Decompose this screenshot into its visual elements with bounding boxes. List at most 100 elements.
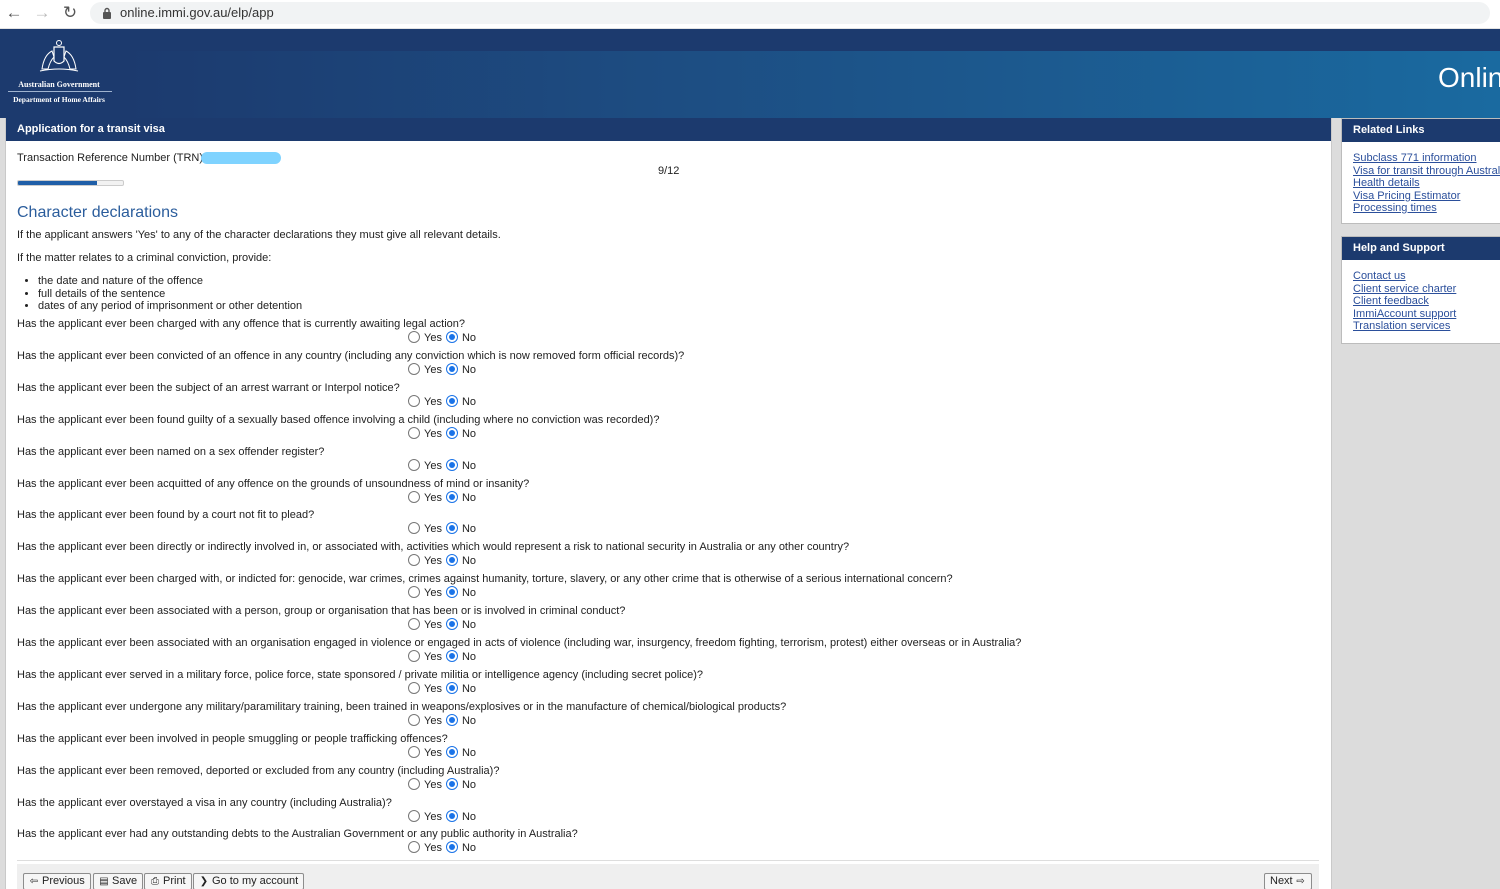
- save-button[interactable]: ▤ Save: [93, 873, 144, 889]
- help-link[interactable]: ImmiAccount support: [1353, 308, 1500, 321]
- yes-radio[interactable]: [408, 650, 420, 662]
- yes-label: Yes: [424, 842, 442, 855]
- account-label: Go to my account: [212, 875, 299, 887]
- yes-label: Yes: [424, 619, 442, 632]
- help-link[interactable]: Translation services: [1353, 320, 1500, 333]
- no-radio[interactable]: [445, 426, 458, 439]
- related-link[interactable]: Visa Pricing Estimator: [1353, 190, 1500, 203]
- back-arrow-icon[interactable]: ←: [3, 3, 25, 23]
- url-text: online.immi.gov.au/elp/app: [120, 5, 274, 20]
- no-label: No: [461, 459, 477, 472]
- banner-title: Onlin: [1438, 62, 1500, 93]
- no-label: No: [461, 523, 477, 536]
- question-text: Has the applicant ever been removed, dep…: [17, 764, 500, 777]
- question-text: Has the applicant ever been associated w…: [17, 637, 1022, 649]
- yes-radio[interactable]: [408, 490, 420, 503]
- no-label: No: [461, 332, 477, 344]
- no-radio[interactable]: [445, 490, 458, 503]
- help-link[interactable]: Client service charter: [1353, 283, 1500, 296]
- next-button[interactable]: Next ⇨: [1264, 873, 1312, 889]
- yes-radio[interactable]: [408, 394, 420, 407]
- no-radio[interactable]: [445, 331, 458, 343]
- no-radio[interactable]: [445, 681, 458, 694]
- save-label: Save: [112, 875, 138, 887]
- no-label: No: [461, 555, 477, 568]
- address-bar[interactable]: online.immi.gov.au/elp/app: [90, 2, 1490, 24]
- answer-radio-group: Yes No: [408, 745, 480, 759]
- previous-arrow-icon: ⇦: [29, 876, 39, 887]
- yes-radio[interactable]: [408, 809, 420, 822]
- progress-bar: [17, 180, 124, 186]
- yes-radio[interactable]: [408, 331, 420, 343]
- site-banner: Australian Government Department of Home…: [0, 29, 1500, 118]
- section-title: Character declarations: [17, 204, 178, 221]
- browser-toolbar: ← → ↻ online.immi.gov.au/elp/app: [0, 0, 1500, 29]
- intro-text: If the applicant answers 'Yes' to any of…: [17, 229, 501, 241]
- no-radio[interactable]: [445, 618, 458, 631]
- yes-radio[interactable]: [408, 777, 420, 790]
- no-radio[interactable]: [445, 586, 458, 599]
- yes-radio[interactable]: [408, 618, 420, 631]
- no-radio[interactable]: [445, 394, 458, 407]
- yes-radio[interactable]: [408, 713, 420, 726]
- footer-divider: [17, 860, 1319, 861]
- list-item: dates of any period of imprisonment or o…: [38, 300, 302, 313]
- forward-arrow-icon[interactable]: →: [31, 3, 53, 23]
- no-radio[interactable]: [445, 777, 458, 790]
- no-radio[interactable]: [445, 554, 458, 567]
- no-radio[interactable]: [445, 713, 458, 726]
- yes-radio[interactable]: [408, 586, 420, 599]
- no-label: No: [461, 746, 477, 759]
- next-label: Next: [1270, 875, 1293, 887]
- question-text: Has the applicant ever been charged with…: [17, 573, 953, 586]
- page-counter: 9/12: [658, 165, 680, 177]
- go-to-account-button[interactable]: ❯ Go to my account: [193, 873, 305, 889]
- progress-fill: [18, 181, 97, 185]
- trn-redaction: [201, 152, 281, 164]
- yes-label: Yes: [424, 523, 442, 536]
- no-radio[interactable]: [445, 809, 458, 822]
- help-link[interactable]: Contact us: [1353, 270, 1500, 283]
- print-button[interactable]: ⎙ Print: [144, 873, 192, 889]
- no-radio[interactable]: [445, 650, 458, 662]
- help-support-heading: Help and Support: [1342, 237, 1500, 260]
- no-radio[interactable]: [445, 745, 458, 758]
- yes-radio[interactable]: [408, 458, 420, 471]
- no-radio[interactable]: [445, 841, 458, 854]
- answer-radio-group: Yes No: [408, 458, 480, 472]
- question-text: Has the applicant ever been found by a c…: [17, 509, 315, 522]
- government-name: Australian Government: [18, 80, 100, 89]
- yes-radio[interactable]: [408, 426, 420, 439]
- question-text: Has the applicant ever been convicted of…: [17, 349, 685, 362]
- related-link[interactable]: Subclass 771 information: [1353, 152, 1500, 165]
- yes-radio[interactable]: [408, 362, 420, 375]
- no-radio[interactable]: [445, 522, 458, 535]
- trn-label: Transaction Reference Number (TRN):: [17, 152, 207, 164]
- no-label: No: [461, 427, 477, 440]
- yes-label: Yes: [424, 651, 442, 663]
- yes-radio[interactable]: [408, 522, 420, 535]
- question-text: Has the applicant ever served in a milit…: [17, 668, 704, 681]
- banner-panel: [120, 51, 1500, 118]
- help-link[interactable]: Client feedback: [1353, 295, 1500, 308]
- coat-of-arms-icon: [39, 40, 79, 72]
- answer-radio-group: Yes No: [408, 331, 480, 344]
- related-link[interactable]: Visa for transit through Australia: [1353, 165, 1500, 178]
- reload-icon[interactable]: ↻: [59, 3, 81, 23]
- yes-radio[interactable]: [408, 841, 420, 854]
- criminal-intro-text: If the matter relates to a criminal conv…: [17, 252, 272, 264]
- yes-radio[interactable]: [408, 554, 420, 567]
- yes-radio[interactable]: [408, 681, 420, 694]
- answer-radio-group: Yes No: [408, 809, 480, 823]
- previous-button[interactable]: ⇦ Previous: [23, 873, 91, 889]
- department-name: Department of Home Affairs: [13, 95, 105, 104]
- no-radio[interactable]: [445, 458, 458, 471]
- related-link[interactable]: Health details: [1353, 177, 1500, 190]
- help-support-panel: Help and Support Contact us Client servi…: [1341, 236, 1500, 344]
- no-radio[interactable]: [445, 362, 458, 375]
- printer-icon: ⎙: [151, 876, 159, 887]
- related-link[interactable]: Processing times: [1353, 202, 1500, 215]
- yes-radio[interactable]: [408, 745, 420, 758]
- answer-radio-group: Yes No: [408, 522, 480, 535]
- government-logo[interactable]: Australian Government Department of Home…: [0, 29, 118, 118]
